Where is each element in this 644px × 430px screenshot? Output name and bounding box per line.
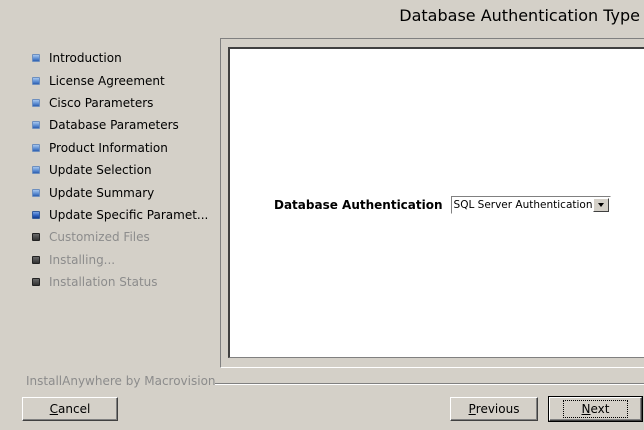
bullet-icon [32,76,40,85]
auth-select-value: SQL Server Authentication [453,199,593,211]
auth-label: Database Authentication [274,198,443,212]
bullet-icon [32,98,40,107]
focus-ring: Next [562,400,629,418]
cancel-mnemonic: C [49,402,59,416]
auth-select[interactable]: SQL Server Authentication [450,196,611,214]
next-mnemonic: N [581,402,591,416]
step-label: Customized Files [49,230,150,245]
step-label: Update Selection [49,163,152,178]
step-item: Introduction [32,47,208,69]
bullet-icon [32,143,40,152]
bullet-icon [32,54,40,63]
page-title: Database Authentication Type [399,6,640,25]
cancel-button[interactable]: Cancel [22,397,118,421]
bullet-icon [32,121,40,130]
step-item: Update Summary [32,181,208,203]
step-label: Installation Status [49,275,158,290]
cancel-label: ancel [58,402,91,416]
next-label: ext [590,402,610,416]
bullet-icon [32,210,40,219]
step-item-current: Update Specific Paramet... [32,204,208,226]
divider [215,383,644,385]
step-item: Update Selection [32,159,208,181]
step-item: Product Information [32,137,208,159]
step-label: Cisco Parameters [49,95,154,110]
previous-mnemonic: P [468,402,476,416]
step-label: Database Parameters [49,118,179,133]
steps-list: Introduction License Agreement Cisco Par… [32,47,208,293]
step-item: License Agreement [32,69,208,91]
previous-label: revious [475,402,520,416]
step-item: Customized Files [32,226,208,248]
auth-field-row: Database Authentication SQL Server Authe… [274,196,611,214]
previous-button[interactable]: Previous [450,397,538,421]
bullet-icon [32,255,40,264]
step-item: Installing... [32,249,208,271]
step-item: Database Parameters [32,114,208,136]
step-label: Installing... [49,252,116,267]
bullet-icon [32,188,40,197]
step-label: Update Specific Paramet... [49,207,209,222]
dropdown-button[interactable] [592,198,609,212]
next-button[interactable]: Next [548,396,643,422]
step-label: Introduction [49,51,122,66]
step-item: Cisco Parameters [32,92,208,114]
step-label: Update Summary [49,185,155,200]
bullet-icon [32,278,40,287]
step-label: License Agreement [49,73,165,88]
chevron-down-icon [597,203,604,207]
step-label: Product Information [49,140,168,155]
bullet-icon [32,233,40,242]
vendor-label: InstallAnywhere by Macrovision [26,374,216,388]
step-item: Installation Status [32,271,208,293]
bullet-icon [32,166,40,175]
